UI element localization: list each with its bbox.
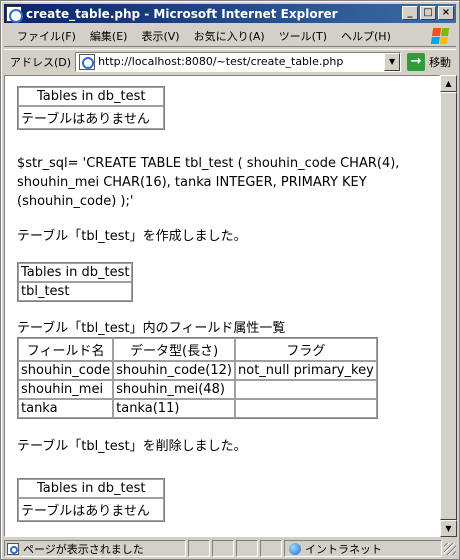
data-type-cell: shouhin_code(12) [113, 361, 235, 380]
flags-cell [235, 380, 377, 399]
field-name-cell: shouhin_mei [18, 380, 114, 399]
resize-grip[interactable] [444, 542, 456, 555]
address-label: アドレス(D) [10, 55, 72, 69]
status-cell [260, 540, 282, 557]
ie-page-icon [6, 5, 23, 23]
tables-list-after-delete: Tables in db_test テーブルはありません [17, 478, 166, 522]
menu-help[interactable]: ヘルプ(H) [334, 28, 398, 44]
page-icon [79, 53, 96, 70]
col-flags: フラグ [235, 338, 377, 361]
table-header: Tables in db_test [18, 87, 165, 106]
fields-caption: テーブル「tbl_test」内のフィールド属性一覧 [17, 321, 286, 336]
flags-cell: not_null primary_key [235, 361, 377, 380]
table-row: tbl_test [18, 282, 133, 301]
scroll-up-button[interactable]: ▲ [440, 75, 457, 92]
address-bar: アドレス(D) http://localhost:8080/~test/crea… [4, 49, 456, 73]
field-name-cell: tanka [18, 399, 114, 418]
created-message: テーブル「tbl_test」を作成しました。 [17, 229, 247, 244]
vertical-scrollbar[interactable]: ▲ ▼ [440, 75, 457, 537]
sql-statement: $str_sql= 'CREATE TABLE tbl_test ( shouh… [17, 156, 400, 209]
page-viewport[interactable]: Tables in db_test テーブルはありません $str_sql= '… [4, 75, 440, 537]
table-row: tanka tanka(11) [18, 399, 377, 418]
maximize-button[interactable]: □ [420, 6, 436, 20]
status-cell [236, 540, 258, 557]
menu-tools[interactable]: ツール(T) [272, 28, 334, 44]
menu-file[interactable]: ファイル(F) [10, 28, 83, 44]
fields-table: フィールド名 データ型(長さ) フラグ shouhin_code shouhin… [17, 337, 378, 419]
status-cell [188, 540, 210, 557]
col-field-name: フィールド名 [18, 338, 114, 361]
menu-favorites[interactable]: お気に入り(A) [187, 28, 272, 44]
scroll-down-button[interactable]: ▼ [440, 520, 457, 537]
field-name-cell: shouhin_code [18, 361, 114, 380]
table-header: Tables in db_test [18, 479, 165, 498]
browser-window: create_table.php - Microsoft Internet Ex… [0, 0, 460, 560]
deleted-message: テーブル「tbl_test」を削除しました。 [17, 439, 247, 454]
status-text: ページが表示されました [23, 542, 144, 556]
page-content: Tables in db_test テーブルはありません $str_sql= '… [5, 76, 439, 522]
status-bar: ページが表示されました イントラネット [4, 539, 456, 558]
fields-header-row: フィールド名 データ型(長さ) フラグ [18, 338, 377, 361]
go-button[interactable]: → 移動 [407, 52, 452, 71]
address-url[interactable]: http://localhost:8080/~test/create_table… [98, 55, 343, 68]
data-type-cell: tanka(11) [113, 399, 235, 418]
table-row: shouhin_mei shouhin_mei(48) [18, 380, 377, 399]
menu-bar: ファイル(F) 編集(E) 表示(V) お気に入り(A) ツール(T) ヘルプ(… [4, 25, 456, 47]
title-bar[interactable]: create_table.php - Microsoft Internet Ex… [4, 4, 456, 23]
go-arrow-icon: → [407, 52, 426, 71]
intranet-globe-icon [289, 542, 301, 555]
page-done-icon [7, 542, 19, 555]
menu-view[interactable]: 表示(V) [134, 28, 186, 44]
zone-label: イントラネット [305, 542, 382, 556]
table-row: shouhin_code shouhin_code(12) not_null p… [18, 361, 377, 380]
col-data-type: データ型(長さ) [113, 338, 235, 361]
window-controls: _ □ × [400, 6, 454, 20]
tables-list-initial: Tables in db_test テーブルはありません [17, 86, 166, 130]
security-zone-panel: イントラネット [284, 540, 442, 557]
table-empty-message: テーブルはありません [18, 498, 165, 521]
address-dropdown-button[interactable]: ▼ [384, 52, 401, 71]
minimize-button[interactable]: _ [402, 6, 418, 20]
go-label: 移動 [429, 55, 452, 69]
menu-edit[interactable]: 編集(E) [83, 28, 135, 44]
data-type-cell: shouhin_mei(48) [113, 380, 235, 399]
close-button[interactable]: × [438, 6, 454, 20]
windows-logo-icon [427, 26, 454, 46]
status-cell [212, 540, 234, 557]
address-input[interactable]: http://localhost:8080/~test/create_table… [75, 51, 402, 72]
scroll-thumb[interactable] [440, 92, 457, 520]
window-title: create_table.php - Microsoft Internet Ex… [26, 6, 338, 21]
table-empty-message: テーブルはありません [18, 106, 165, 129]
table-header: Tables in db_test [18, 263, 133, 282]
status-panel: ページが表示されました [4, 540, 186, 557]
flags-cell [235, 399, 377, 418]
tables-list-after-create: Tables in db_test tbl_test [17, 262, 134, 302]
